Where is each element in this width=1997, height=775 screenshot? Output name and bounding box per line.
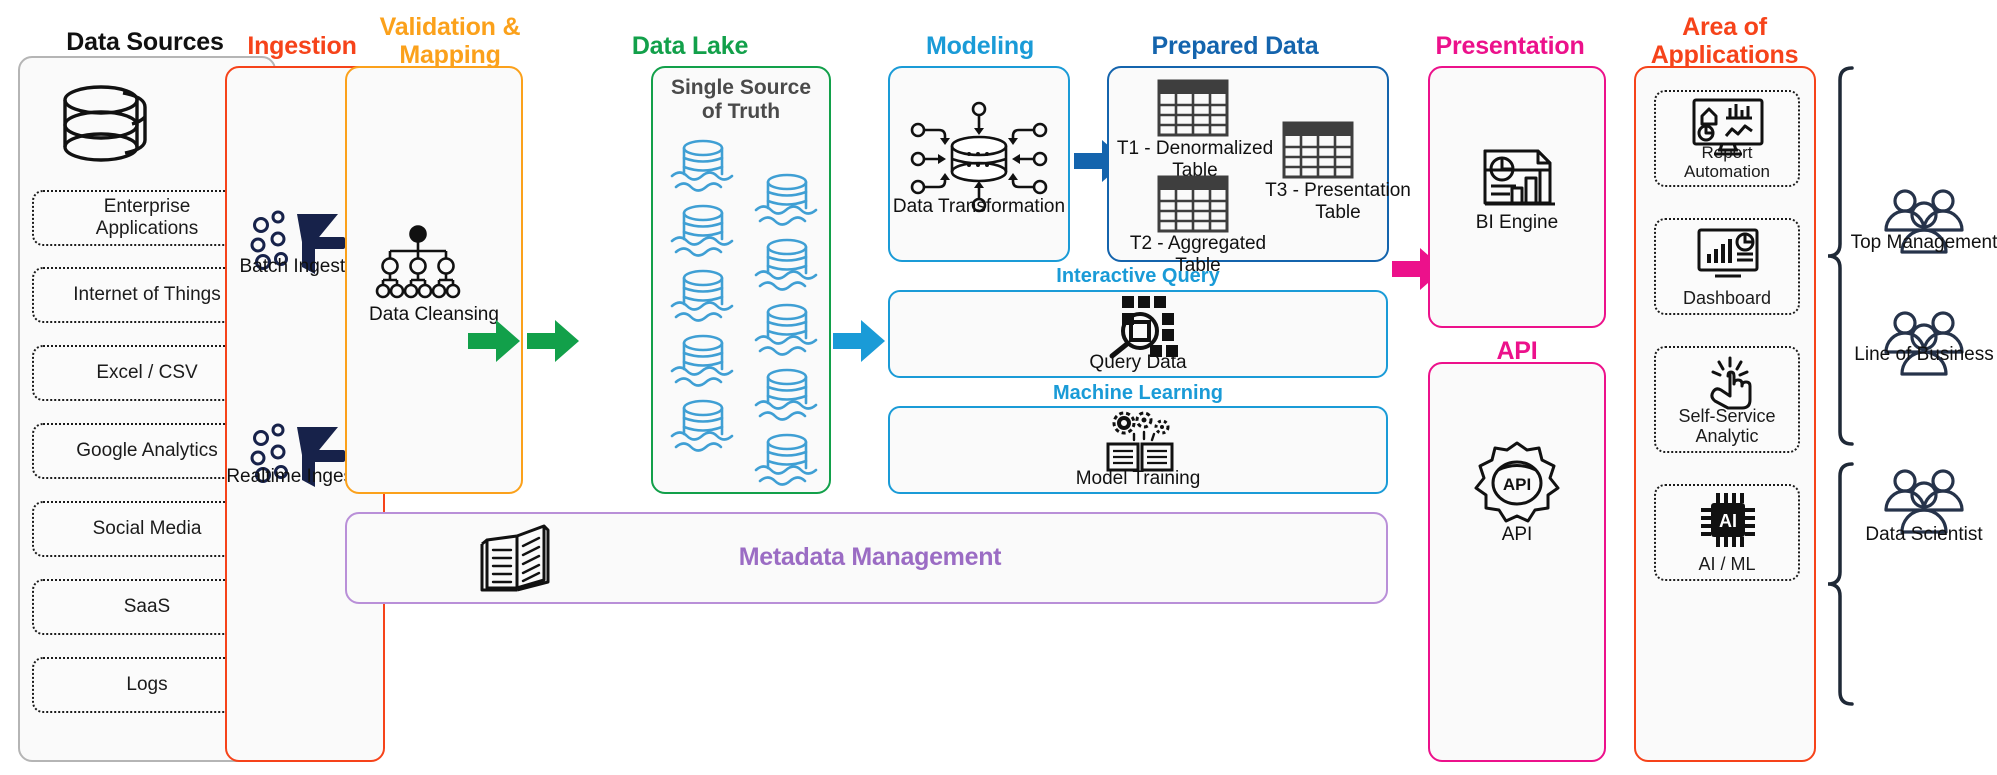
column-title-modeling: Modeling — [925, 32, 1035, 60]
persona-label-data-scientist: Data Scientist — [1865, 524, 1983, 545]
column-title-presentation: Presentation — [1435, 32, 1585, 60]
column-title-data-lake: Data Lake — [631, 32, 749, 60]
database-lake-icon — [752, 302, 822, 360]
arrow-validation-to-datalake-2 — [527, 320, 579, 362]
application-label-self-service-analytic: Self-Service Analytic — [1678, 405, 1776, 447]
api-icon-text: API — [1503, 475, 1531, 494]
table-icon-t2 — [1157, 175, 1229, 233]
database-lake-icon — [668, 203, 738, 261]
ai-chip-icon: AI — [1700, 492, 1756, 548]
database-stack-icon — [57, 80, 157, 172]
database-lake-icon — [668, 138, 738, 196]
database-lake-icon — [752, 367, 822, 425]
people-group-icon-line-of-business — [1878, 310, 1970, 376]
presentation-label: BI Engine — [1475, 212, 1559, 233]
database-lake-icon — [752, 237, 822, 295]
brace-bottom-group — [1824, 462, 1858, 706]
section-title-machine-learning: Machine Learning — [1052, 382, 1224, 404]
application-label-ai-ml: AI / ML — [1698, 554, 1756, 575]
hierarchy-tree-icon — [375, 225, 461, 299]
section-title-interactive-query: Interactive Query — [1056, 265, 1220, 287]
report-monitor-icon — [1692, 98, 1764, 158]
table-icon-t1 — [1157, 79, 1229, 137]
persona-label-top-management: Top Management — [1850, 232, 1997, 253]
database-lake-icon — [668, 268, 738, 326]
brace-top-group — [1824, 66, 1858, 446]
ai-icon-text: AI — [1719, 511, 1737, 531]
database-lake-icon — [668, 333, 738, 391]
arrow-validation-to-datalake — [468, 320, 520, 362]
arrow-datalake-to-modeling — [833, 320, 885, 362]
pointing-hand-icon — [1708, 354, 1758, 410]
column-title-applications: Area of Applications — [1650, 13, 1799, 69]
query-search-icon — [1100, 296, 1180, 359]
database-lake-icon — [752, 172, 822, 230]
panel-api — [1428, 362, 1606, 762]
application-label-dashboard: Dashboard — [1682, 288, 1772, 309]
metadata-management-label: Metadata Management — [738, 543, 1002, 571]
api-label: API — [1501, 524, 1533, 545]
dashboard-monitor-icon — [1697, 228, 1759, 282]
open-book-icon — [478, 522, 556, 594]
model-training-icon — [1100, 411, 1180, 474]
api-gear-icon: API — [1472, 440, 1562, 526]
database-lake-icon — [752, 432, 822, 490]
prepared-label-t3: T3 - Presentation Table — [1265, 180, 1411, 223]
machine-learning-label: Model Training — [1075, 468, 1201, 489]
persona-label-line-of-business: Line of Business — [1854, 344, 1994, 365]
modeling-label-transformation: Data Transformation — [892, 196, 1066, 217]
column-title-prepared-data: Prepared Data — [1151, 32, 1319, 60]
diagram-canvas: Data Sources Enterprise Applications Int… — [0, 0, 1997, 775]
database-lake-icon — [668, 398, 738, 456]
column-title-validation: Validation & Mapping — [379, 13, 521, 69]
table-icon-t3 — [1282, 121, 1354, 179]
bi-report-icon — [1480, 148, 1560, 214]
interactive-query-label: Query Data — [1089, 352, 1187, 373]
column-title-api: API — [1496, 337, 1538, 365]
data-lake-inner-heading: Single Source of Truth — [670, 76, 812, 123]
